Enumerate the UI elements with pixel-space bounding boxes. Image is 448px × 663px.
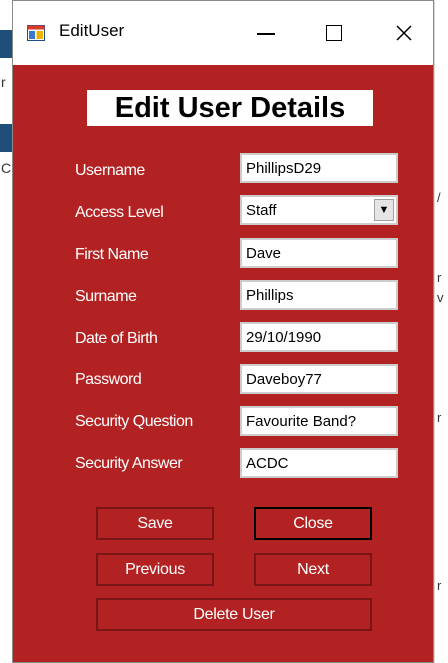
next-button[interactable]: Next <box>254 553 372 586</box>
background-text: r <box>437 578 442 593</box>
delete-user-button[interactable]: Delete User <box>96 598 372 631</box>
background-text: r <box>437 410 442 425</box>
security-answer-field[interactable] <box>240 448 398 478</box>
dob-field[interactable] <box>240 322 398 352</box>
surname-label: Surname <box>75 288 137 305</box>
window-close-button[interactable] <box>381 15 427 51</box>
save-button[interactable]: Save <box>96 507 214 540</box>
maximize-icon <box>326 25 342 41</box>
password-field[interactable] <box>240 364 398 394</box>
dob-label: Date of Birth <box>75 330 158 347</box>
access-level-dropdown[interactable]: Staff ▼ <box>240 195 398 225</box>
username-label: Username <box>75 162 145 179</box>
background-text: r <box>1 74 6 90</box>
previous-button[interactable]: Previous <box>96 553 214 586</box>
security-answer-label: Security Answer <box>75 455 183 472</box>
background-band <box>0 30 12 58</box>
minimize-button[interactable] <box>243 15 289 51</box>
title-bar[interactable]: EditUser <box>13 1 433 65</box>
close-icon <box>396 25 412 41</box>
first-name-field[interactable] <box>240 238 398 268</box>
background-text: C <box>1 160 12 176</box>
background-text: v <box>437 290 444 305</box>
security-question-field[interactable] <box>240 406 398 436</box>
minimize-icon <box>257 33 275 35</box>
background-window-right: / r v r r <box>434 0 448 663</box>
form-area: Edit User Details Username Access Level … <box>13 65 433 662</box>
access-level-label: Access Level <box>75 204 164 221</box>
close-button[interactable]: Close <box>254 507 372 540</box>
edit-user-window: EditUser Edit User Details Username Acce… <box>12 0 434 663</box>
background-text: r <box>437 270 442 285</box>
window-title: EditUser <box>59 21 125 40</box>
maximize-button[interactable] <box>311 15 357 51</box>
first-name-label: First Name <box>75 246 149 263</box>
background-window-left: r C <box>0 0 12 663</box>
page-title: Edit User Details <box>87 90 373 126</box>
username-field[interactable] <box>240 153 398 183</box>
access-level-value: Staff <box>246 202 277 219</box>
dropdown-arrow-icon[interactable]: ▼ <box>374 199 394 221</box>
password-label: Password <box>75 371 142 388</box>
surname-field[interactable] <box>240 280 398 310</box>
security-question-label: Security Question <box>75 413 193 430</box>
background-band <box>0 124 12 152</box>
background-text: / <box>437 190 441 205</box>
app-form-icon <box>27 25 45 41</box>
